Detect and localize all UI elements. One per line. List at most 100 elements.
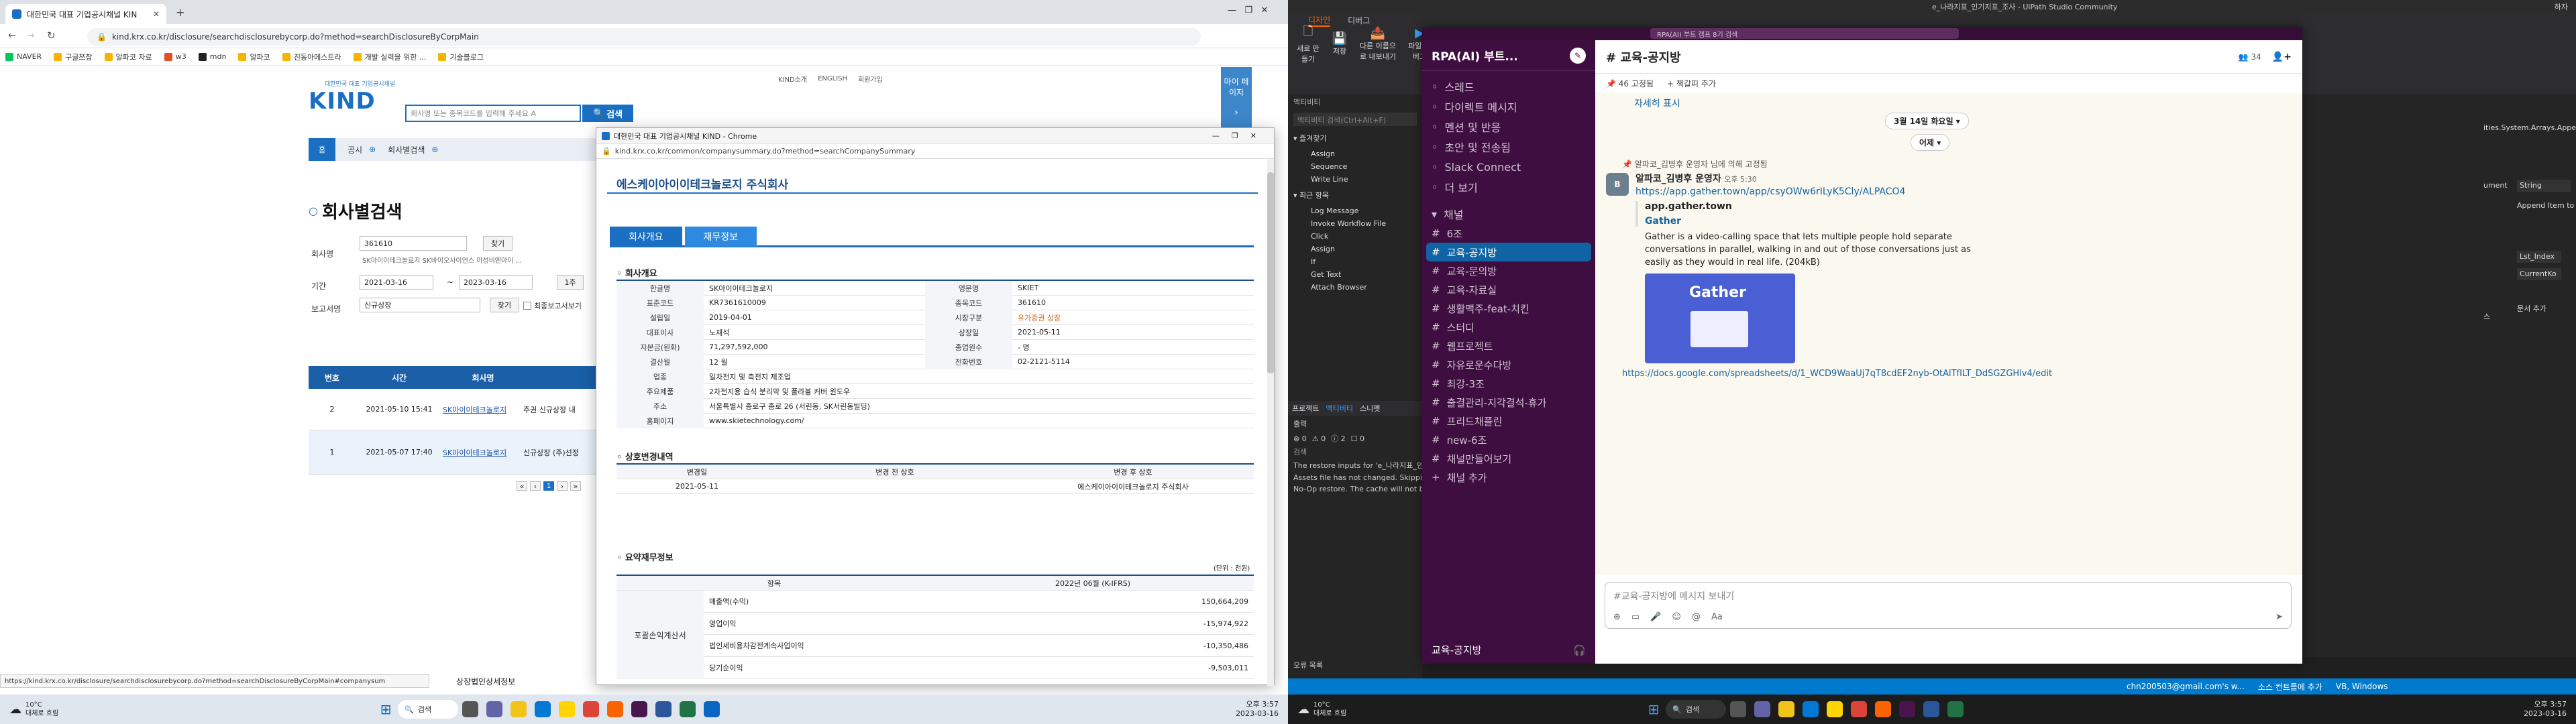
ime-indicator[interactable]: 하자	[2555, 1, 2568, 12]
plus-icon[interactable]: ⊕	[1613, 612, 1621, 622]
pinned-items[interactable]: 📌 46 고정됨	[1606, 78, 1654, 89]
window-controls[interactable]: — ❐ ✕	[1228, 5, 1268, 15]
channel-item[interactable]: # 교육-문의방	[1422, 261, 1595, 280]
popup-window-controls[interactable]: —❐✕	[1212, 131, 1269, 140]
bookmark-item[interactable]: 구글쯔찹	[54, 52, 93, 62]
date-pill[interactable]: 3월 14일 화요일 ▾	[1885, 113, 1969, 129]
info-filter[interactable]: ⓘ 2	[1331, 433, 1346, 444]
activity-item[interactable]: Write Line	[1288, 173, 1422, 186]
edge-icon[interactable]	[1803, 701, 1819, 717]
error-filter[interactable]: ⊗ 0	[1293, 434, 1307, 443]
channel-item[interactable]: # new-6조	[1422, 430, 1595, 449]
bookmark-item[interactable]: 진동아에스트라	[282, 52, 341, 62]
final-report-checkbox[interactable]: 최종보고서보기	[523, 300, 582, 311]
excel-icon[interactable]	[1947, 701, 1964, 717]
member-count[interactable]: 👥 34	[2239, 52, 2261, 62]
taskbar-search[interactable]: 🔍 검색	[398, 700, 459, 719]
message-time[interactable]: 오후 5:30	[1724, 175, 1756, 184]
teams-icon[interactable]	[1754, 701, 1771, 717]
chrome-icon[interactable]	[1851, 701, 1868, 717]
activity-item[interactable]: Attach Browser	[1288, 281, 1422, 294]
first-page-button[interactable]: «	[517, 481, 527, 491]
word-icon[interactable]	[1923, 701, 1940, 717]
source-control-button[interactable]: 소스 컨트롤에 추가	[2258, 681, 2322, 692]
bookmark-item[interactable]: NAVER	[5, 52, 42, 61]
headphones-icon[interactable]: 🎧	[1573, 644, 1586, 656]
send-icon[interactable]: ➤	[2275, 612, 2283, 622]
table-row[interactable]: 2 2021-05-10 15:41 SK아이이테크놀로지 주권 신규상장 내	[309, 389, 604, 430]
app-icon[interactable]	[704, 701, 720, 717]
type-dropdown[interactable]: String	[2517, 180, 2571, 192]
range-1w-button[interactable]: 1주	[557, 275, 584, 290]
edge-icon[interactable]	[535, 701, 551, 717]
slack-icon[interactable]	[1899, 701, 1916, 717]
page-1[interactable]: 1	[543, 481, 554, 491]
sidebar-nav-item[interactable]: ◦ 멘션 및 반응	[1422, 117, 1595, 137]
new-tab-icon[interactable]: +	[176, 6, 184, 19]
slack-icon[interactable]	[631, 701, 648, 717]
date-to-input[interactable]: 2023-03-16	[459, 275, 533, 290]
back-icon[interactable]: ←	[8, 30, 16, 41]
plus-circle-icon[interactable]: ⊕	[369, 145, 376, 154]
breadcrumb-disclosure[interactable]: 공시	[347, 144, 362, 156]
channel-item[interactable]: #6조	[1422, 224, 1595, 243]
activity-item[interactable]: Log Message	[1288, 204, 1422, 217]
find-company-button[interactable]: 찾기	[483, 236, 513, 251]
main-search-input[interactable]: 회사명 또는 종목코드를 입력해 주세요 A	[405, 105, 581, 122]
avatar[interactable]: B	[1606, 173, 1629, 196]
link-about[interactable]: KIND소개	[778, 74, 807, 84]
bookmark-item[interactable]: 알파코	[238, 52, 270, 62]
tab-debug[interactable]: 디버그	[1348, 15, 1370, 26]
kakaotalk-icon[interactable]	[1827, 701, 1843, 717]
task-view-icon[interactable]	[1730, 701, 1747, 717]
bookmark-item[interactable]: 개발 실력을 위한 ...	[353, 52, 426, 62]
channel-item[interactable]: # 자유로운수다방	[1422, 355, 1595, 374]
file-explorer-icon[interactable]	[511, 701, 527, 717]
tab-project[interactable]: 프로젝트	[1292, 403, 1319, 414]
bookmark-item[interactable]: 알파코 자료	[104, 52, 152, 62]
channel-item[interactable]: # 교육-자료실	[1422, 280, 1595, 299]
activity-item[interactable]: Assign	[1288, 147, 1422, 160]
channel-item[interactable]: # 스터디	[1422, 318, 1595, 337]
channels-header[interactable]: ▾ 채널	[1422, 204, 1595, 224]
activities-search[interactable]: 액티비티 검색(Ctrl+Alt+F)	[1293, 113, 1417, 126]
prev-page-button[interactable]: ‹	[530, 481, 541, 491]
add-bookmark[interactable]: + 책갈피 추가	[1667, 78, 1716, 89]
activity-item[interactable]: Sequence	[1288, 160, 1422, 173]
channel-item[interactable]: # 프리드채플린	[1422, 412, 1595, 430]
new-button[interactable]: 🗋 새로 만들기	[1295, 23, 1322, 64]
recent-header[interactable]: ▾ 최근 항목	[1288, 186, 1422, 204]
chevron-right-icon[interactable]: ›	[1221, 107, 1252, 118]
close-tab-icon[interactable]: ✕	[153, 9, 160, 19]
message-composer[interactable]: #교육-공지방에 메시지 보내기 ⊕ ▭ 🎤 ☺ @ Aa ➤	[1605, 582, 2292, 629]
currentko-field[interactable]: CurrentKo	[2517, 268, 2561, 280]
activity-item[interactable]: Assign	[1288, 243, 1422, 255]
bookmark-item[interactable]: w3	[164, 52, 186, 61]
emoji-icon[interactable]: ☺	[1672, 612, 1681, 622]
mic-icon[interactable]: 🎤	[1650, 612, 1661, 622]
activity-item[interactable]: Get Text	[1288, 268, 1422, 281]
preview-title[interactable]: Gather	[1645, 216, 1917, 227]
date-pill[interactable]: 어제 ▾	[1911, 134, 1950, 151]
channel-item[interactable]: # 교육-공지방	[1426, 243, 1591, 261]
windows-start-icon[interactable]: ⊞	[378, 701, 394, 717]
taskbar-search[interactable]: 🔍 검색	[1666, 700, 1727, 719]
compose-icon[interactable]: ✎	[1570, 47, 1586, 64]
kind-logo[interactable]: 대한민국 대표 기업공시채널 KIND	[309, 79, 402, 119]
add-member-icon[interactable]: 👤+	[2272, 52, 2292, 62]
breadcrumb-home[interactable]: 홈	[309, 138, 335, 161]
windows-start-icon[interactable]: ⊞	[1646, 701, 1662, 717]
chrome-icon[interactable]	[583, 701, 600, 717]
channel-item[interactable]: # 웹프로젝트	[1422, 337, 1595, 355]
save-button[interactable]: 💾 저장	[1330, 32, 1350, 56]
channel-item[interactable]: + 채널 추가	[1422, 468, 1595, 487]
reload-icon[interactable]: ↻	[47, 29, 56, 42]
sender-name[interactable]: 알파코_김병후 운영자	[1635, 174, 1721, 184]
date-from-input[interactable]: 2021-03-16	[360, 275, 433, 290]
trace-filter[interactable]: ☐ 0	[1351, 434, 1364, 443]
weather-widget[interactable]: ☁ 10°C 대체로 흐림	[9, 701, 58, 718]
favorites-header[interactable]: ▾ 즐겨찾기	[1288, 129, 1422, 147]
link-signup[interactable]: 회원가입	[858, 74, 883, 84]
table-row[interactable]: 1 2021-05-07 17:40 SK아이이테크놀로지 신규상장 (주)선정	[309, 430, 604, 475]
browser-tab[interactable]: 대한민국 대표 기업공시채널 KIN ✕	[5, 4, 166, 24]
